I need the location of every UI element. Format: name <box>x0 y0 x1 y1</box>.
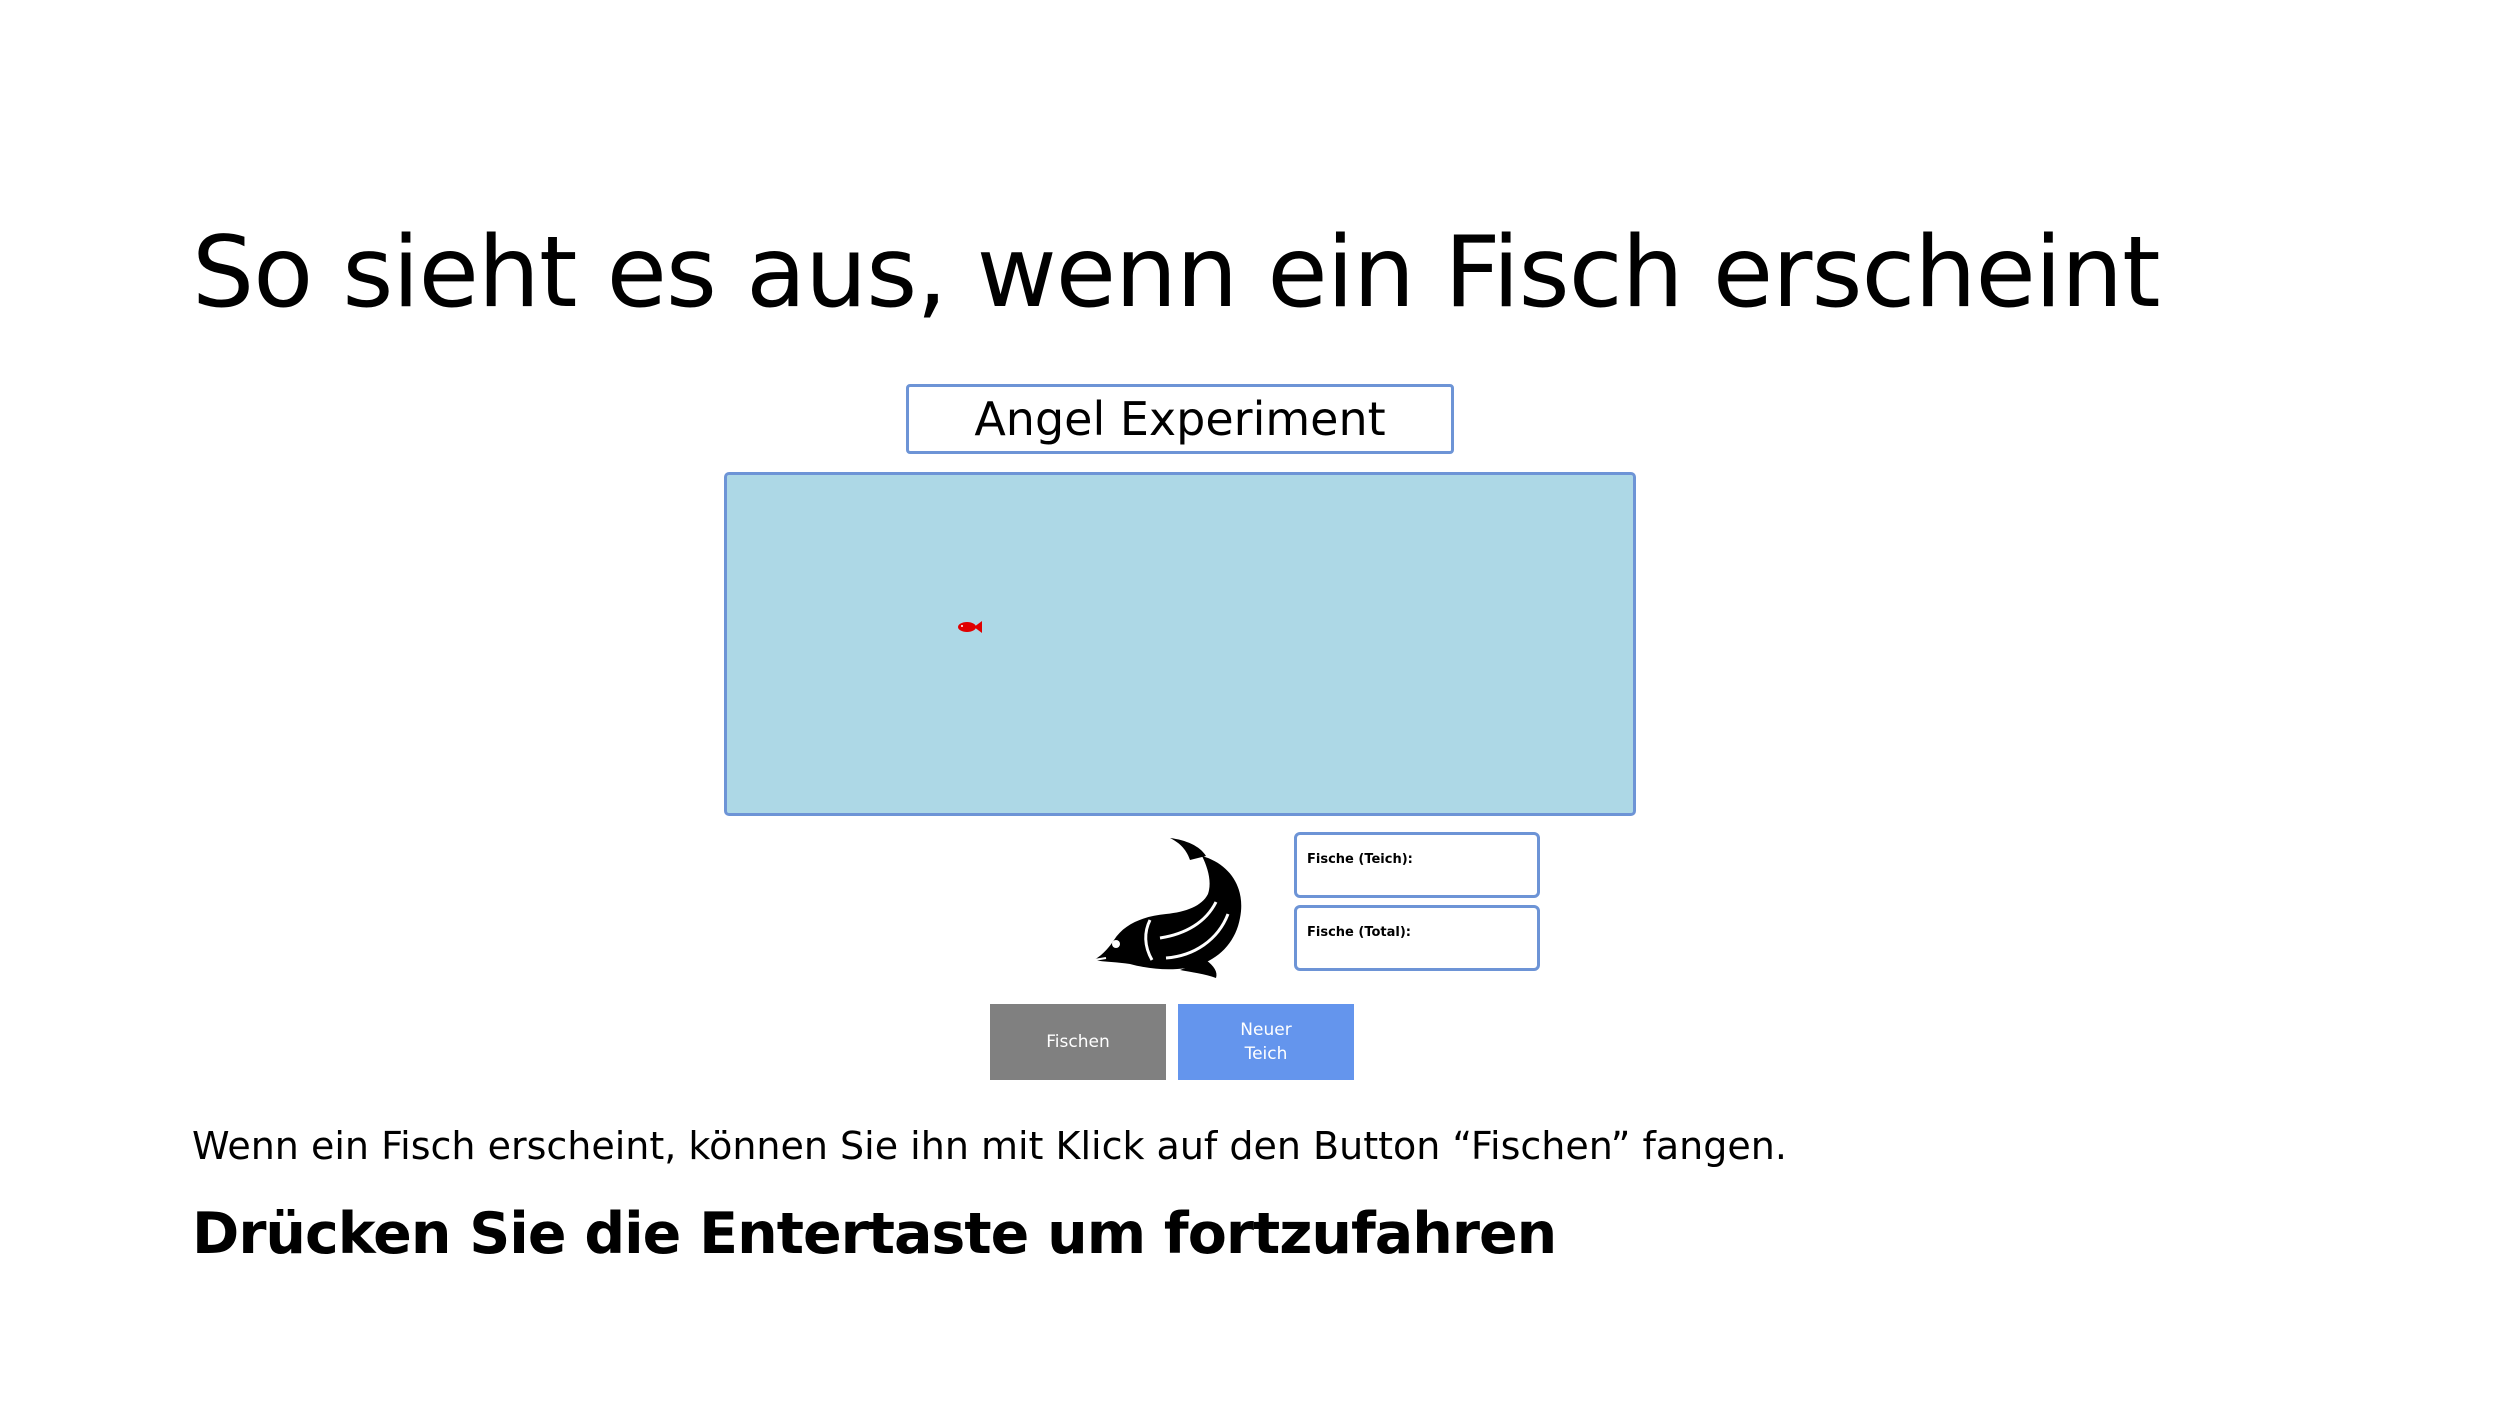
counter-total: Fische (Total): <box>1294 905 1540 971</box>
counter-pond: Fische (Teich): <box>1294 832 1540 898</box>
app-title-box: Angel Experiment <box>906 384 1454 454</box>
neuer-teich-button[interactable]: Neuer Teich <box>1178 1004 1354 1080</box>
pond-area <box>724 472 1636 816</box>
continue-prompt: Drücken Sie die Entertaste um fortzufahr… <box>192 1201 1557 1267</box>
slide-title: So sieht es aus, wenn ein Fisch erschein… <box>192 216 2161 330</box>
instruction-text: Wenn ein Fisch erscheint, können Sie ihn… <box>192 1124 1787 1168</box>
fish-silhouette-icon <box>1093 838 1242 978</box>
fischen-button[interactable]: Fischen <box>990 1004 1166 1080</box>
slide: So sieht es aus, wenn ein Fisch erschein… <box>0 0 2500 1406</box>
small-red-fish-icon <box>958 621 982 633</box>
app-title: Angel Experiment <box>974 392 1386 446</box>
counter-total-label: Fische (Total): <box>1307 925 1411 940</box>
counter-pond-label: Fische (Teich): <box>1307 852 1413 867</box>
